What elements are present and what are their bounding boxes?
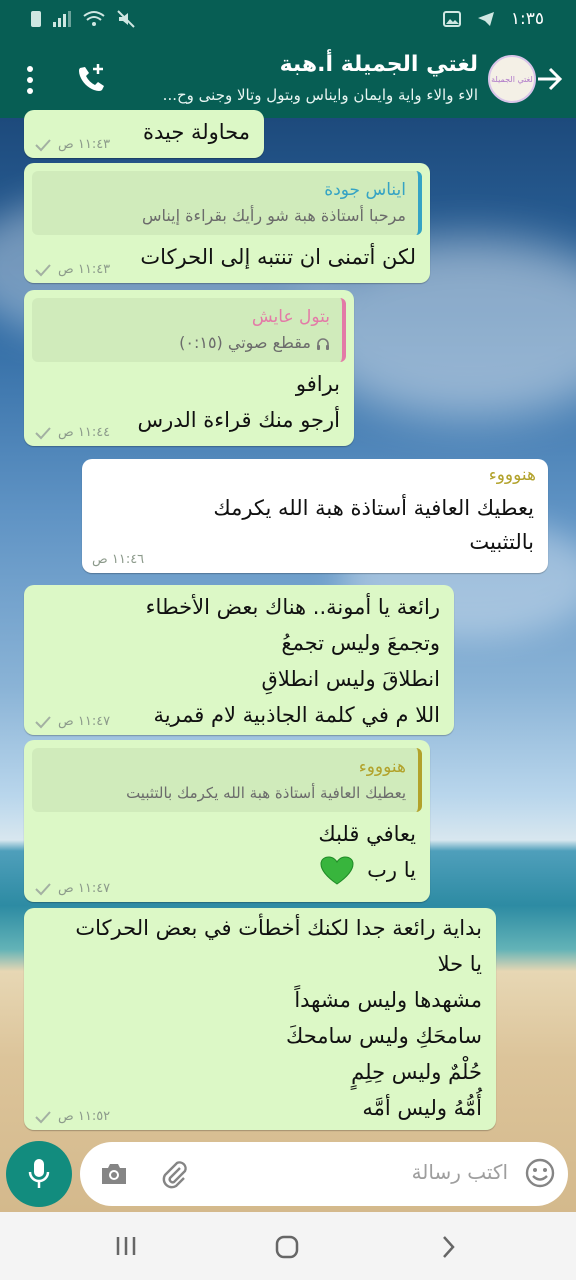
message-bubble[interactable]: ايناس جودة مرحبا أستاذة هبة شو رأيك بقرا…: [24, 163, 430, 283]
quoted-message[interactable]: هنوووء يعطيك العافية أستاذة هبة الله يكر…: [32, 748, 422, 812]
message-meta: ١١:٤٤ ص: [34, 425, 110, 440]
voice-record-button[interactable]: [6, 1141, 72, 1207]
message-text: يعطيك العافية أستاذة هبة الله يكرمك: [213, 496, 534, 520]
message-input[interactable]: اكتب رسالة: [412, 1160, 508, 1184]
add-call-icon[interactable]: [74, 62, 108, 96]
message-text: بداية رائعة جدا لكنك أخطأت في بعض الحركا…: [75, 916, 482, 940]
message-time: ١١:٤٣ ص: [58, 262, 111, 277]
group-title[interactable]: لغتي الجميلة أ.هبة: [280, 52, 478, 77]
message-text-part: يا رب: [367, 858, 416, 882]
quoted-message[interactable]: ايناس جودة مرحبا أستاذة هبة شو رأيك بقرا…: [32, 171, 422, 235]
check-icon: [35, 882, 51, 895]
message-bubble[interactable]: رائعة يا أمونة.. هناك بعض الأخطاء وتجمعَ…: [24, 585, 454, 735]
message-time: ١١:٥٢ ص: [58, 1109, 111, 1124]
check-icon: [35, 426, 51, 439]
gallery-icon: [442, 11, 461, 27]
attach-icon[interactable]: [158, 1158, 190, 1190]
message-time: ١١:٤٤ ص: [58, 425, 111, 440]
status-time: ١:٣٥: [510, 9, 544, 29]
message-meta: ١١:٤٣ ص: [34, 262, 110, 277]
system-nav-bar: [0, 1212, 576, 1280]
message-meta: ١١:٤٧ ص: [34, 714, 110, 729]
overflow-menu-icon[interactable]: [22, 64, 38, 98]
mute-icon: [117, 10, 135, 28]
emoji-icon[interactable]: [524, 1157, 556, 1189]
check-icon: [35, 1110, 51, 1123]
message-time: ١١:٤٣ ص: [58, 137, 111, 152]
nav-back-icon[interactable]: [438, 1234, 458, 1260]
message-meta: ١١:٤٦ ص: [92, 552, 144, 567]
recents-icon[interactable]: [114, 1234, 138, 1258]
message-text: حُلْمٌ وليس حِلِمٍ: [351, 1060, 482, 1084]
check-icon: [35, 138, 51, 151]
quoted-text: مرحبا أستاذة هبة شو رأيك بقراءة إيناس: [141, 206, 406, 225]
voice-clip-label: مقطع صوتي (٠:١٥): [179, 333, 311, 352]
check-icon: [35, 715, 51, 728]
group-avatar[interactable]: لغتي الجميلة: [488, 55, 536, 103]
message-bubble[interactable]: بداية رائعة جدا لكنك أخطأت في بعض الحركا…: [24, 908, 496, 1130]
telegram-icon: [477, 12, 494, 26]
avatar-logo-text: لغتي الجميلة: [491, 74, 533, 84]
quoted-text: يعطيك العافية أستاذة هبة الله يكرمك بالت…: [126, 784, 406, 802]
quoted-author: ايناس جودة: [324, 180, 406, 200]
home-icon[interactable]: [274, 1234, 300, 1260]
message-text: رائعة يا أمونة.. هناك بعض الأخطاء: [145, 595, 440, 619]
message-input-bar[interactable]: اكتب رسالة: [80, 1142, 568, 1206]
green-heart-emoji-icon: [320, 856, 354, 885]
chat-header[interactable]: لغتي الجميلة لغتي الجميلة أ.هبة الاء وال…: [0, 40, 576, 118]
message-text: يا حلا: [437, 952, 482, 976]
microphone-icon: [28, 1159, 50, 1188]
message-bubble[interactable]: هنوووء يعطيك العافية أستاذة هبة الله يكر…: [82, 459, 548, 573]
sim-icon: [31, 11, 41, 27]
message-text: انطلاقَ وليس انطلاقِ: [261, 667, 440, 691]
message-bubble[interactable]: بتول عايش مقطع صوتي (٠:١٥) برافو أرجو من…: [24, 290, 354, 446]
camera-icon[interactable]: [98, 1158, 130, 1190]
message-time: ١١:٤٧ ص: [58, 714, 111, 729]
wifi-icon: [83, 11, 105, 26]
message-text: وتجمعَ وليس تجمعُ: [281, 631, 440, 655]
back-arrow-icon[interactable]: [532, 62, 566, 96]
headphones-icon: [317, 337, 329, 350]
check-icon: [35, 263, 51, 276]
message-bubble[interactable]: محاولة جيدة ١١:٤٣ ص: [24, 110, 264, 158]
group-members-subtitle[interactable]: الاء والاء واية وايمان وايناس وبتول وتال…: [163, 86, 478, 104]
message-text: سامحَكِ وليس سامحكَ: [286, 1024, 482, 1048]
message-text: بالتثبيت: [469, 530, 534, 554]
quoted-message[interactable]: بتول عايش مقطع صوتي (٠:١٥): [32, 298, 346, 362]
message-bubble[interactable]: هنوووء يعطيك العافية أستاذة هبة الله يكر…: [24, 740, 430, 902]
message-text: يعافي قلبك: [318, 822, 416, 846]
message-meta: ١١:٤٧ ص: [34, 881, 110, 896]
quoted-text: مقطع صوتي (٠:١٥): [44, 330, 330, 356]
quoted-author: هنوووء: [358, 757, 406, 777]
message-meta: ١١:٥٢ ص: [34, 1109, 110, 1124]
message-meta: ١١:٤٣ ص: [34, 137, 110, 152]
message-time: ١١:٤٦ ص: [92, 552, 145, 567]
signal-icon: [53, 11, 71, 27]
message-text: برافو: [295, 372, 340, 396]
sender-name: هنوووء: [488, 465, 536, 485]
message-text: مشهدها وليس مشهداً: [294, 988, 482, 1012]
status-bar: ١:٣٥: [0, 0, 576, 40]
quoted-author: بتول عايش: [251, 307, 330, 327]
message-time: ١١:٤٧ ص: [58, 881, 111, 896]
